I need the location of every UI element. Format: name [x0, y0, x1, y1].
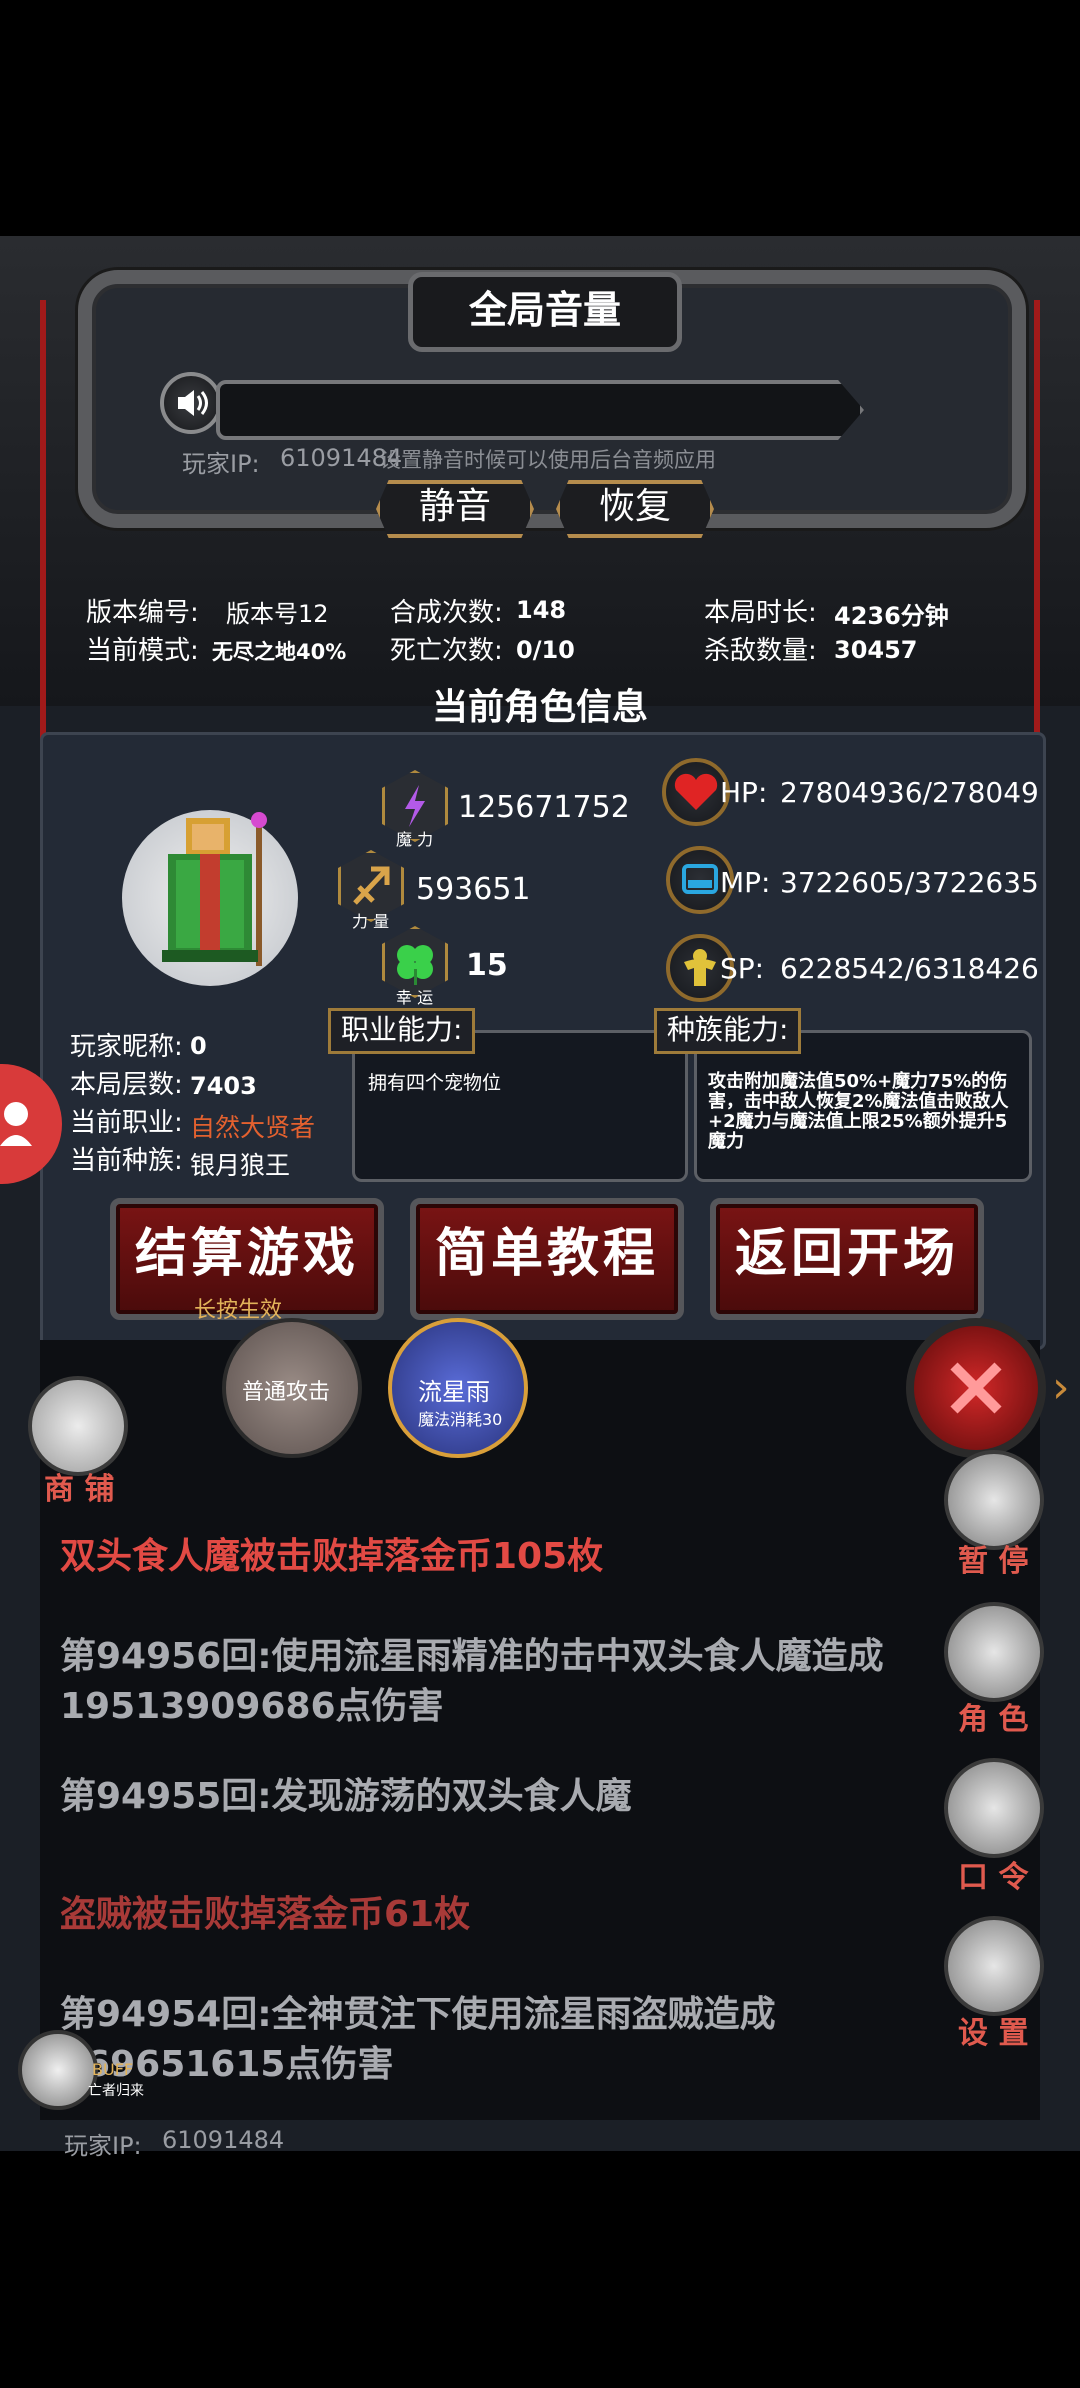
- close-button[interactable]: [906, 1318, 1046, 1458]
- death-value: 0/10: [516, 636, 575, 664]
- settings-label[interactable]: 设 置: [958, 2008, 1028, 2052]
- nickname-label: 玩家昵称:: [70, 1032, 183, 1062]
- race-ability-text: 攻击附加魔法值50%+魔力75%的伤害，击中敌人恢复2%魔法值击败敌人+2魔力与…: [708, 1071, 1009, 1152]
- strength-value: 593651: [416, 872, 531, 907]
- dice-icon[interactable]: [944, 1450, 1044, 1550]
- settle-hint: 长按生效: [194, 1298, 283, 1323]
- floor-value: 7403: [190, 1072, 257, 1100]
- kills-label: 杀敌数量:: [704, 636, 817, 666]
- meteor-cost: 魔法消耗30: [418, 1410, 503, 1429]
- mode-label: 当前模式:: [86, 636, 199, 666]
- role-label[interactable]: 角 色: [958, 1694, 1028, 1738]
- buff-sub: 亡者归来: [88, 2083, 144, 2099]
- normal-attack-label: 普通攻击: [242, 1380, 331, 1405]
- mp-label: MP:: [720, 866, 771, 899]
- duration-label: 本局时长:: [704, 598, 817, 628]
- book-icon[interactable]: [944, 1758, 1044, 1858]
- mute-hint: 设置静音时候可以使用后台音频应用: [380, 448, 716, 472]
- meteor-label: 流星雨: [418, 1378, 490, 1406]
- log-entry-0: 双头食人魔被击败掉落金币105枚: [60, 1536, 604, 1577]
- volume-title: 全局音量: [408, 272, 682, 352]
- race-ability-title: 种族能力:: [654, 1008, 802, 1054]
- death-label: 死亡次数:: [390, 636, 503, 666]
- job-value: 自然大贤者: [190, 1113, 316, 1142]
- section-title: 当前角色信息: [431, 687, 648, 728]
- command-label[interactable]: 口 令: [958, 1852, 1028, 1896]
- pause-label[interactable]: 暂 停: [958, 1536, 1028, 1580]
- nickname-value: 0: [190, 1032, 207, 1060]
- shop-icon[interactable]: [28, 1376, 128, 1476]
- race-label: 当前种族:: [70, 1146, 183, 1176]
- race-value: 银月狼王: [190, 1151, 291, 1180]
- mp-value: 3722605/3722635: [780, 866, 1039, 899]
- footer-ip-label: 玩家IP:: [64, 2132, 142, 2160]
- log-entry-1: 第94956回:使用流星雨精准的击中双头食人魔造成19513909686点伤害: [60, 1636, 884, 1727]
- skull-icon[interactable]: [18, 2030, 98, 2110]
- strength-label: 力 量: [352, 912, 390, 931]
- mode-value: 无尽之地40%: [212, 640, 347, 664]
- log-entry-2: 第94955回:发现游荡的双头食人魔: [60, 1776, 632, 1817]
- sp-label: SP:: [720, 952, 765, 985]
- magic-value: 125671752: [458, 790, 630, 825]
- version-label: 版本编号:: [86, 598, 199, 628]
- job-ability-text: 拥有四个宠物位: [368, 1072, 502, 1094]
- hp-label: HP:: [720, 776, 768, 809]
- synth-value: 148: [516, 596, 567, 624]
- user-float-icon[interactable]: [0, 1064, 62, 1184]
- job-ability-title: 职业能力:: [328, 1008, 476, 1054]
- magic-label: 魔 力: [396, 830, 434, 849]
- kills-value: 30457: [834, 636, 918, 664]
- gear-icon[interactable]: [944, 1916, 1044, 2016]
- player-ip-label: 玩家IP:: [182, 450, 260, 478]
- buff-label: BUFF: [92, 2060, 134, 2079]
- hp-value: 27804936/278049: [780, 776, 1039, 809]
- mute-button[interactable]: 静音: [376, 480, 534, 538]
- luck-value: 15: [466, 948, 508, 983]
- character-avatar: [122, 810, 298, 986]
- version-value: 版本号12: [226, 600, 329, 628]
- volume-slider[interactable]: [216, 380, 864, 440]
- tutorial-button[interactable]: 简单教程: [410, 1198, 684, 1320]
- log-entry-4: 第94954回:全神贯注下使用流星雨盗贼造成269651615点伤害: [60, 1994, 776, 2085]
- restore-button[interactable]: 恢复: [556, 480, 714, 538]
- role-icon[interactable]: [944, 1602, 1044, 1702]
- log-entry-3: 盗贼被击败掉落金币61枚: [60, 1894, 471, 1935]
- footer-ip-value: 61091484: [162, 2126, 285, 2154]
- back-button[interactable]: 返回开场: [710, 1198, 984, 1320]
- shop-label[interactable]: 商 铺: [44, 1464, 114, 1508]
- job-label: 当前职业:: [70, 1108, 183, 1138]
- luck-label: 幸 运: [396, 988, 434, 1007]
- duration-value: 4236分钟: [834, 602, 949, 630]
- floor-label: 本局层数:: [70, 1070, 183, 1100]
- chevron-right-icon[interactable]: ›: [1052, 1362, 1070, 1413]
- sp-value: 6228542/6318426: [780, 952, 1039, 985]
- speaker-icon[interactable]: [160, 372, 222, 434]
- synth-label: 合成次数:: [390, 598, 503, 628]
